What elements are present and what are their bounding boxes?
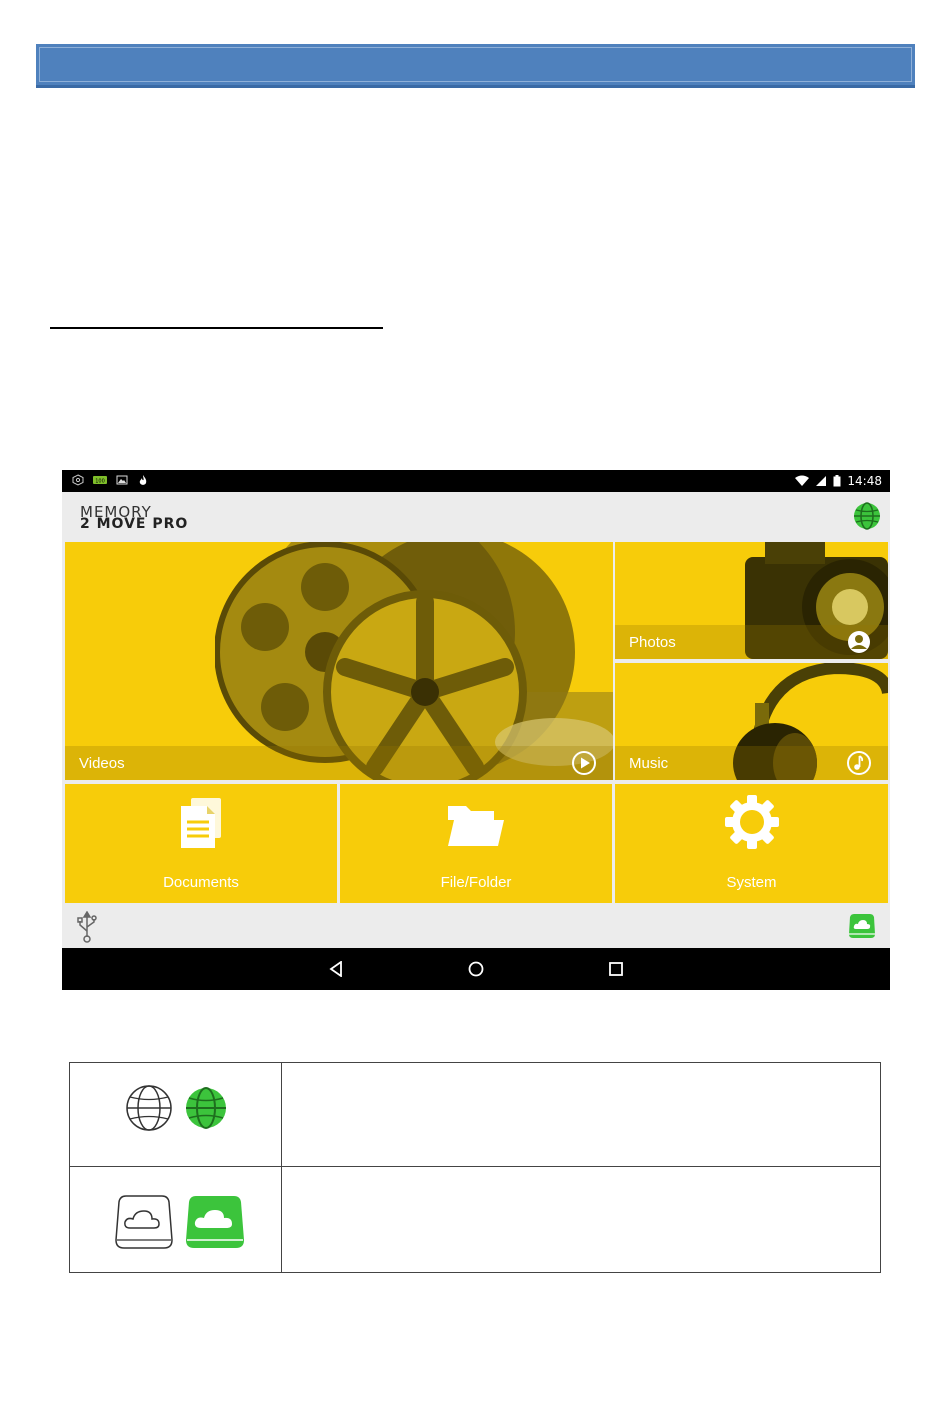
usb-icon[interactable] [76, 911, 98, 943]
back-icon[interactable] [328, 961, 344, 977]
status-time: 14:48 [847, 474, 882, 488]
header-band [36, 44, 915, 88]
tile-documents[interactable]: Documents [65, 784, 337, 903]
tile-videos-label: Videos [79, 755, 125, 772]
globe-active-icon [186, 1087, 226, 1129]
navigation-bar [62, 948, 890, 990]
globe-outline-icon [126, 1085, 172, 1131]
cloud-drive-outline-icon [115, 1195, 173, 1249]
android-icon [72, 474, 84, 486]
folder-icon [448, 806, 504, 846]
tile-music-label: Music [629, 755, 669, 772]
svg-text:100: 100 [95, 479, 105, 485]
app-bar: MEMORY 2 MOVE PRO [62, 492, 890, 540]
signal-icon [816, 476, 827, 486]
status-bar: 100 14:48 [62, 470, 890, 492]
person-photo-icon [848, 631, 870, 653]
table-divider [70, 1166, 880, 1167]
tile-photos-label: Photos [629, 634, 676, 651]
section-rule [50, 327, 383, 329]
globe-icon[interactable] [852, 501, 882, 531]
tile-music[interactable]: Music [615, 663, 888, 780]
bottom-bar [62, 905, 890, 948]
tile-system-label: System [726, 874, 777, 891]
tile-system[interactable]: System [615, 784, 888, 903]
gear-icon [724, 795, 779, 849]
play-icon [572, 751, 596, 775]
battery-level-icon: 100 [93, 476, 107, 485]
cloud-drive-active-icon [186, 1196, 244, 1248]
tablet-screenshot: 100 14:48 MEMORY 2 MOVE PRO Videos Photo… [62, 470, 890, 990]
tile-videos[interactable]: Videos [65, 542, 613, 780]
recents-icon[interactable] [608, 961, 624, 977]
caption-bar [65, 746, 613, 780]
cloud-drive-icon[interactable] [848, 912, 876, 940]
documents-icon [181, 798, 221, 848]
table-divider [281, 1063, 282, 1272]
tile-file-folder[interactable]: File/Folder [340, 784, 612, 903]
tile-photos[interactable]: Photos [615, 542, 888, 659]
home-icon[interactable] [468, 961, 484, 977]
music-note-icon [847, 751, 871, 775]
flame-icon [139, 475, 147, 485]
logo-line-2: 2 MOVE PRO [80, 516, 189, 532]
wifi-icon [795, 475, 810, 486]
image-notification-icon [116, 475, 128, 485]
tile-file-folder-label: File/Folder [440, 874, 512, 891]
film-reel-image [215, 542, 613, 780]
tile-documents-label: Documents [163, 874, 239, 891]
battery-icon [833, 475, 841, 487]
icon-legend-table [69, 1062, 881, 1273]
